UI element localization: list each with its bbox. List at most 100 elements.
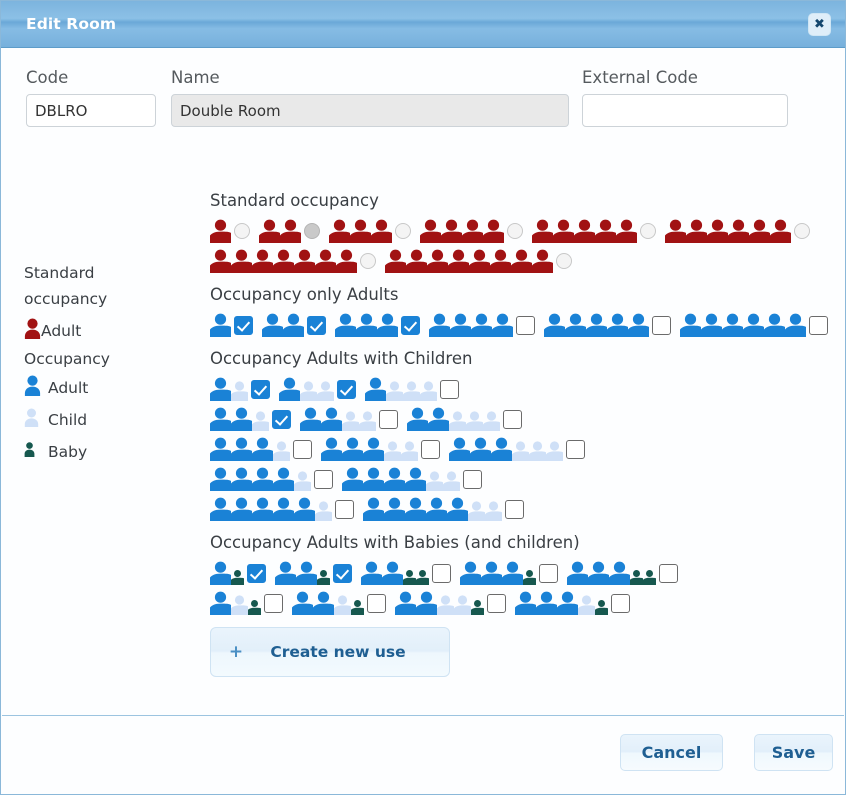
occupancy-option[interactable]	[361, 561, 451, 585]
occupancy-checkbox[interactable]	[611, 593, 630, 613]
occupancy-option[interactable]	[210, 497, 354, 521]
create-new-use-button[interactable]: + Create new use	[210, 627, 450, 677]
occupancy-checkbox[interactable]	[335, 499, 354, 519]
occupancy-checkbox[interactable]	[234, 315, 253, 335]
occupancy-checkbox[interactable]	[421, 439, 440, 459]
occupancy-radio[interactable]	[556, 253, 572, 269]
external-code-input[interactable]	[582, 94, 788, 127]
section-adults-children: Occupancy Adults with Children	[210, 349, 835, 524]
occupancy-option[interactable]	[532, 219, 656, 243]
occupancy-option-row	[210, 246, 835, 276]
cancel-button[interactable]: Cancel	[620, 734, 723, 771]
occupancy-radio[interactable]	[360, 253, 376, 269]
legend-row-baby: Baby	[24, 436, 199, 468]
person-adult-red-icon	[273, 249, 294, 273]
occupancy-option[interactable]	[210, 219, 250, 243]
occupancy-option[interactable]	[680, 313, 828, 337]
occupancy-checkbox[interactable]	[652, 315, 671, 335]
occupancy-option[interactable]	[321, 437, 440, 461]
occupancy-option[interactable]	[262, 313, 326, 337]
save-button[interactable]: Save	[754, 734, 833, 771]
occupancy-option[interactable]	[259, 219, 320, 243]
occupancy-checkbox[interactable]	[367, 593, 386, 613]
occupancy-option[interactable]	[395, 591, 506, 615]
occupancy-option[interactable]	[210, 249, 376, 273]
person-adult-red-icon	[462, 219, 483, 243]
occupancy-option[interactable]	[385, 249, 572, 273]
occupancy-people-group	[210, 591, 261, 615]
occupancy-option[interactable]	[407, 407, 522, 431]
person-adult-blue-icon	[273, 497, 294, 521]
occupancy-people-group	[665, 219, 791, 243]
occupancy-option[interactable]	[429, 313, 535, 337]
person-adult-blue-icon	[764, 313, 785, 337]
occupancy-option[interactable]	[460, 561, 558, 585]
occupancy-option[interactable]	[210, 313, 253, 337]
person-adult-red-icon	[728, 219, 749, 243]
occupancy-option[interactable]	[365, 377, 459, 401]
occupancy-checkbox[interactable]	[401, 315, 420, 335]
occupancy-option[interactable]	[449, 437, 585, 461]
person-adult-red-icon	[336, 249, 357, 273]
occupancy-checkbox[interactable]	[337, 379, 356, 399]
person-child-icon	[300, 381, 317, 401]
occupancy-option[interactable]	[210, 591, 283, 615]
occupancy-radio[interactable]	[640, 223, 656, 239]
occupancy-radio[interactable]	[234, 223, 250, 239]
occupancy-checkbox[interactable]	[307, 315, 326, 335]
legend-occupancy-title: Occupancy	[24, 350, 110, 368]
occupancy-option[interactable]	[292, 591, 386, 615]
person-adult-blue-icon	[210, 591, 231, 615]
occupancy-checkbox[interactable]	[659, 563, 678, 583]
occupancy-checkbox[interactable]	[505, 499, 524, 519]
occupancy-option[interactable]	[275, 561, 352, 585]
occupancy-option[interactable]	[329, 219, 411, 243]
occupancy-checkbox[interactable]	[516, 315, 535, 335]
occupancy-option[interactable]	[210, 377, 270, 401]
occupancy-option[interactable]	[210, 407, 291, 431]
occupancy-checkbox[interactable]	[566, 439, 585, 459]
close-icon[interactable]: ✖	[808, 13, 831, 36]
person-adult-blue-icon	[481, 561, 502, 585]
occupancy-radio[interactable]	[794, 223, 810, 239]
occupancy-option[interactable]	[210, 467, 333, 491]
occupancy-checkbox[interactable]	[432, 563, 451, 583]
occupancy-checkbox[interactable]	[503, 409, 522, 429]
person-adult-red-icon	[350, 219, 371, 243]
occupancy-checkbox[interactable]	[293, 439, 312, 459]
occupancy-checkbox[interactable]	[251, 379, 270, 399]
occupancy-option[interactable]	[420, 219, 523, 243]
occupancy-checkbox[interactable]	[333, 563, 352, 583]
occupancy-option[interactable]	[342, 467, 482, 491]
occupancy-radio[interactable]	[395, 223, 411, 239]
occupancy-option[interactable]	[544, 313, 671, 337]
occupancy-option[interactable]	[363, 497, 524, 521]
occupancy-option[interactable]	[567, 561, 678, 585]
occupancy-option[interactable]	[279, 377, 356, 401]
person-baby-icon	[471, 600, 484, 615]
occupancy-checkbox[interactable]	[809, 315, 828, 335]
occupancy-checkbox[interactable]	[264, 593, 283, 613]
occupancy-radio[interactable]	[507, 223, 523, 239]
occupancy-option[interactable]	[515, 591, 630, 615]
occupancy-option[interactable]	[335, 313, 420, 337]
occupancy-option[interactable]	[665, 219, 810, 243]
occupancy-checkbox[interactable]	[539, 563, 558, 583]
occupancy-radio[interactable]	[304, 223, 320, 239]
occupancy-checkbox[interactable]	[314, 469, 333, 489]
occupancy-checkbox[interactable]	[440, 379, 459, 399]
occupancy-option[interactable]	[210, 561, 266, 585]
occupancy-option[interactable]	[210, 437, 312, 461]
occupancy-option[interactable]	[300, 407, 398, 431]
occupancy-checkbox[interactable]	[379, 409, 398, 429]
occupancy-checkbox[interactable]	[463, 469, 482, 489]
person-adult-blue-icon	[416, 591, 437, 615]
occupancy-checkbox[interactable]	[272, 409, 291, 429]
occupancy-checkbox[interactable]	[487, 593, 506, 613]
occupancy-people-group	[262, 313, 304, 337]
name-input[interactable]	[171, 94, 569, 127]
code-input[interactable]	[26, 94, 156, 127]
occupancy-checkbox[interactable]	[247, 563, 266, 583]
person-child-icon	[317, 381, 334, 401]
edit-room-dialog: Edit Room ✖ Code Name External Code Stan…	[0, 0, 846, 795]
